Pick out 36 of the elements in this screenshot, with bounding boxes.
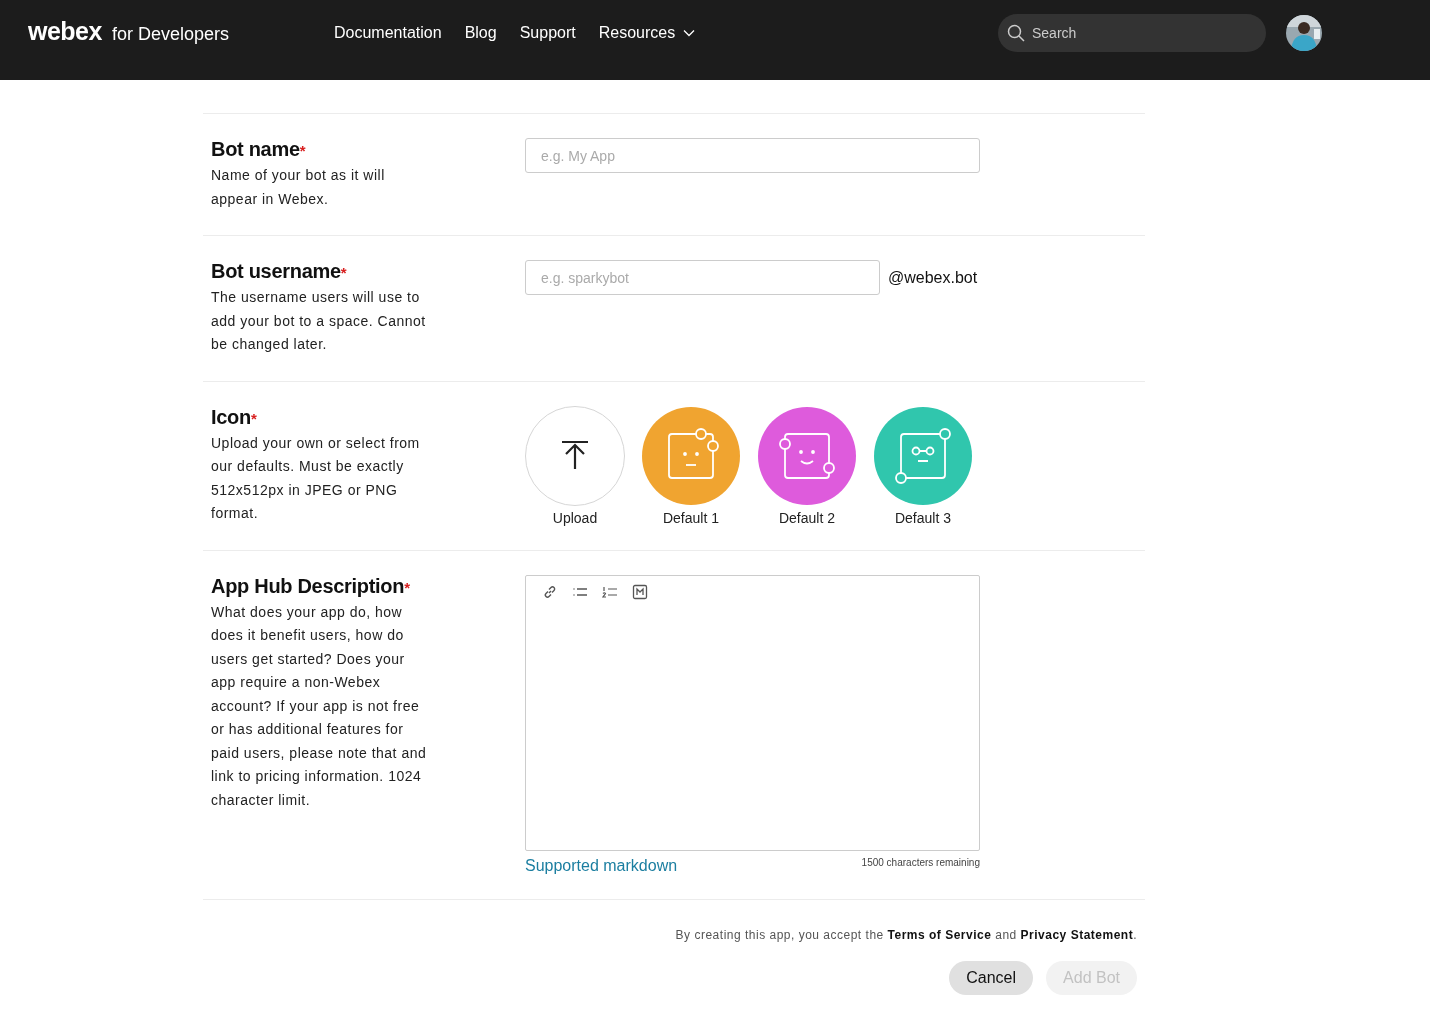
terms-consent-text: By creating this app, you accept the Terms of Service and Privacy Statement. [675,926,1137,944]
link-icon[interactable] [542,583,558,600]
robot-face-icon[interactable] [757,405,857,506]
bot-name-field[interactable]: e.g. My App [525,138,980,173]
required-asterisk: * [250,409,257,427]
nav-link[interactable]: Documentation [334,24,442,42]
field-help-text: The username users will use to add your bot to a space. Cannot be changed later. [211,288,427,354]
field-help-text: What does your app do, how does it benefit users, how do users get started? Does your app require a non-Webex account? If your app is not free or has additional features for paid users, please note that and link to pricing information. 1024 character limit. [211,602,428,810]
supported-markdown-link[interactable]: Supported markdown [525,856,678,875]
username-domain: @webex.bot [888,268,978,287]
icon-option-label: Default 1 [662,509,719,526]
nav-link[interactable]: Blog [464,24,497,42]
action-button[interactable]: Cancel [949,961,1034,995]
character-counter: 1500 characters remaining [861,856,980,868]
username-field[interactable]: e.g. sparkybot [525,260,880,295]
field-help-text: Name of your bot as it will appear in Webex. [211,166,386,209]
field-label: Bot name* [211,138,307,161]
terms-link[interactable]: Terms of Service [887,927,992,942]
nav-link[interactable]: Resources [598,24,696,42]
icon-option-label: Default 3 [894,509,951,526]
logo-subtitle: for Developers [111,23,229,45]
field-label: App Hub Description* [211,574,411,598]
required-asterisk: * [299,142,306,159]
required-asterisk: * [404,578,410,596]
robot-face-icon[interactable] [641,405,741,506]
markdown-icon[interactable] [632,583,648,600]
field-help-text: Upload your own or select from our defaults. Must be exactly 512x512px in JPEG or PNG format. [211,433,421,523]
logo[interactable]: webex [28,16,102,46]
robot-face-icon[interactable] [873,405,973,506]
icon-option-label: Default 2 [778,509,835,526]
search-field[interactable]: Search [998,14,1266,52]
field-label: Icon* [211,405,258,429]
field-label: Bot username* [211,260,348,283]
required-asterisk: * [340,264,347,281]
nav-link[interactable]: Support [519,24,576,42]
icon-option-label: Upload [552,509,598,526]
